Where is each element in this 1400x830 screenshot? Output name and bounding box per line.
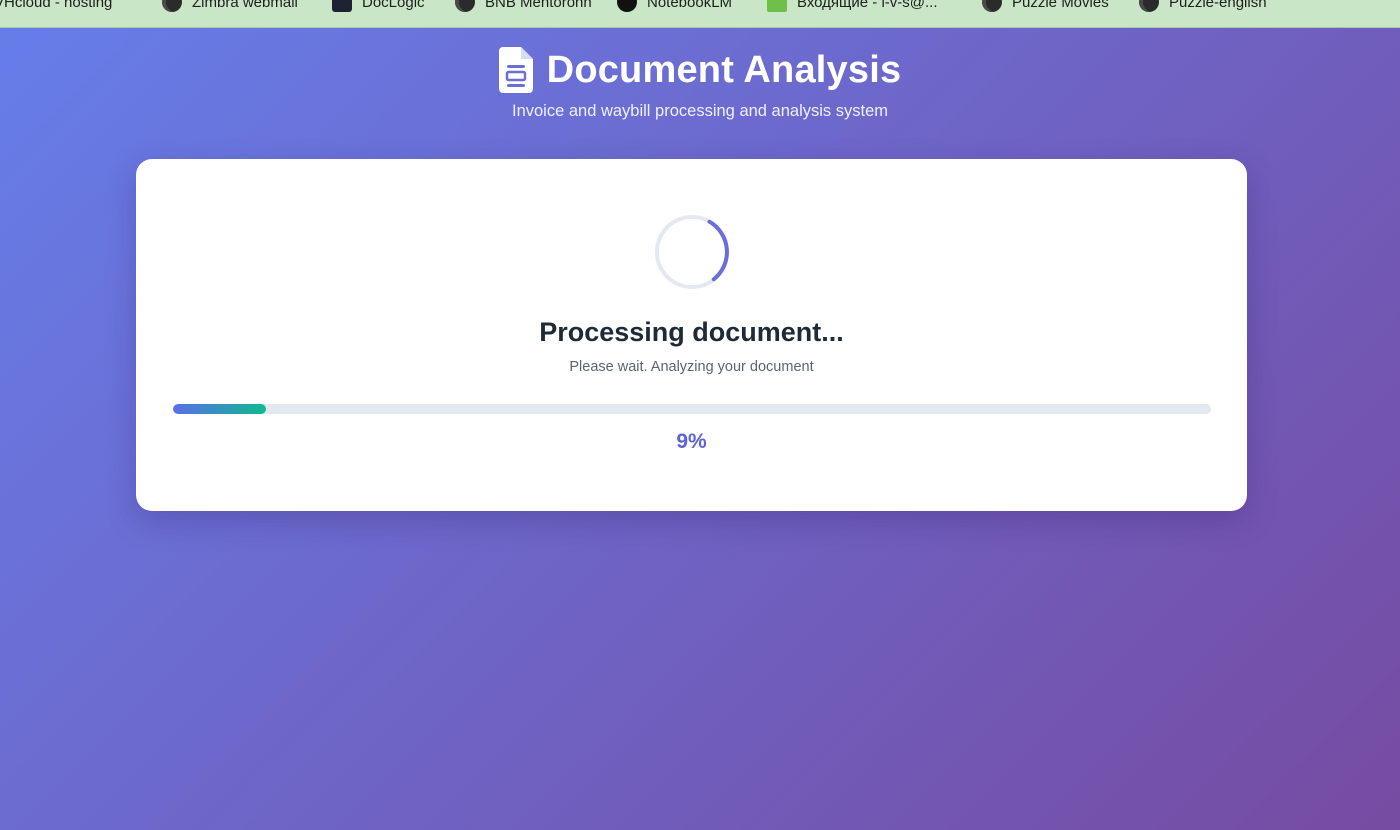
title-row: Document Analysis (0, 44, 1400, 96)
progress-percent: 9% (676, 430, 707, 453)
processing-card: Processing document... Please wait. Anal… (136, 159, 1247, 511)
mail-icon (767, 0, 787, 12)
bookmark-label: Puzzle Movies (1012, 0, 1109, 11)
bookmark-puzzle-movies[interactable]: Puzzle Movies (982, 0, 1109, 12)
bookmarks-bar: VHcloud - hosting Zimbra webmail DocLogi… (0, 0, 1400, 28)
globe-icon (1139, 0, 1159, 12)
bookmark-inbox[interactable]: Входящие - i-v-s@... (767, 0, 938, 12)
bookmark-label: VHcloud - hosting (0, 0, 113, 11)
processing-title: Processing document... (539, 317, 844, 347)
bookmark-label: DocLogic (362, 0, 425, 11)
loading-spinner-icon (655, 215, 729, 289)
bookmark-label: BNB Mentoronn (485, 0, 592, 11)
globe-icon (162, 0, 182, 12)
progress-bar (173, 404, 1211, 414)
bookmark-label: Zimbra webmail (192, 0, 298, 11)
page-title: Document Analysis (546, 48, 902, 91)
bookmark-label: NotebookLM (647, 0, 733, 11)
bookmark-notebooklm[interactable]: NotebookLM (617, 0, 732, 12)
bookmark-puzzle-english[interactable]: Puzzle-english (1139, 0, 1267, 12)
processing-message: Please wait. Analyzing your document (569, 359, 814, 375)
progress-fill (173, 404, 267, 414)
bookmark-zimbra[interactable]: Zimbra webmail (162, 0, 298, 12)
bookmark-bnb-mentoronn[interactable]: BNB Mentoronn (455, 0, 592, 12)
doclogic-icon (332, 0, 352, 12)
page-subtitle: Invoice and waybill processing and analy… (511, 102, 889, 120)
bookmark-doclogic[interactable]: DocLogic (332, 0, 425, 12)
page-header: Document Analysis Invoice and waybill pr… (0, 44, 1400, 121)
bookmark-label: Входящие - i-v-s@... (797, 0, 938, 11)
ai-icon (617, 0, 637, 12)
document-icon (498, 47, 533, 93)
globe-icon (982, 0, 1002, 12)
bookmark-label: Puzzle-english (1169, 0, 1267, 11)
bookmark-vhcloud[interactable]: VHcloud - hosting (0, 0, 112, 12)
globe-icon (455, 0, 475, 12)
